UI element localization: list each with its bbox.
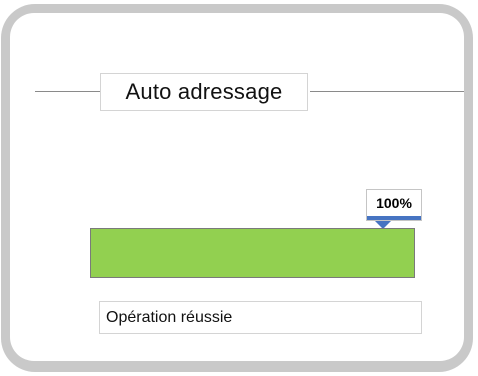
header-divider-right xyxy=(310,91,464,92)
dialog-title: Auto adressage xyxy=(100,73,308,111)
dialog-panel: Auto adressage 100% Opération réussie xyxy=(10,13,464,361)
header-divider-left xyxy=(35,91,101,92)
progress-bar xyxy=(90,228,415,278)
progress-bar-fill xyxy=(91,229,414,277)
progress-percent-badge: 100% xyxy=(366,189,422,221)
dialog-frame: Auto adressage 100% Opération réussie xyxy=(1,4,473,372)
badge-accent-bar xyxy=(367,216,421,220)
status-message: Opération réussie xyxy=(99,301,422,334)
progress-percent-label: 100% xyxy=(376,195,412,211)
